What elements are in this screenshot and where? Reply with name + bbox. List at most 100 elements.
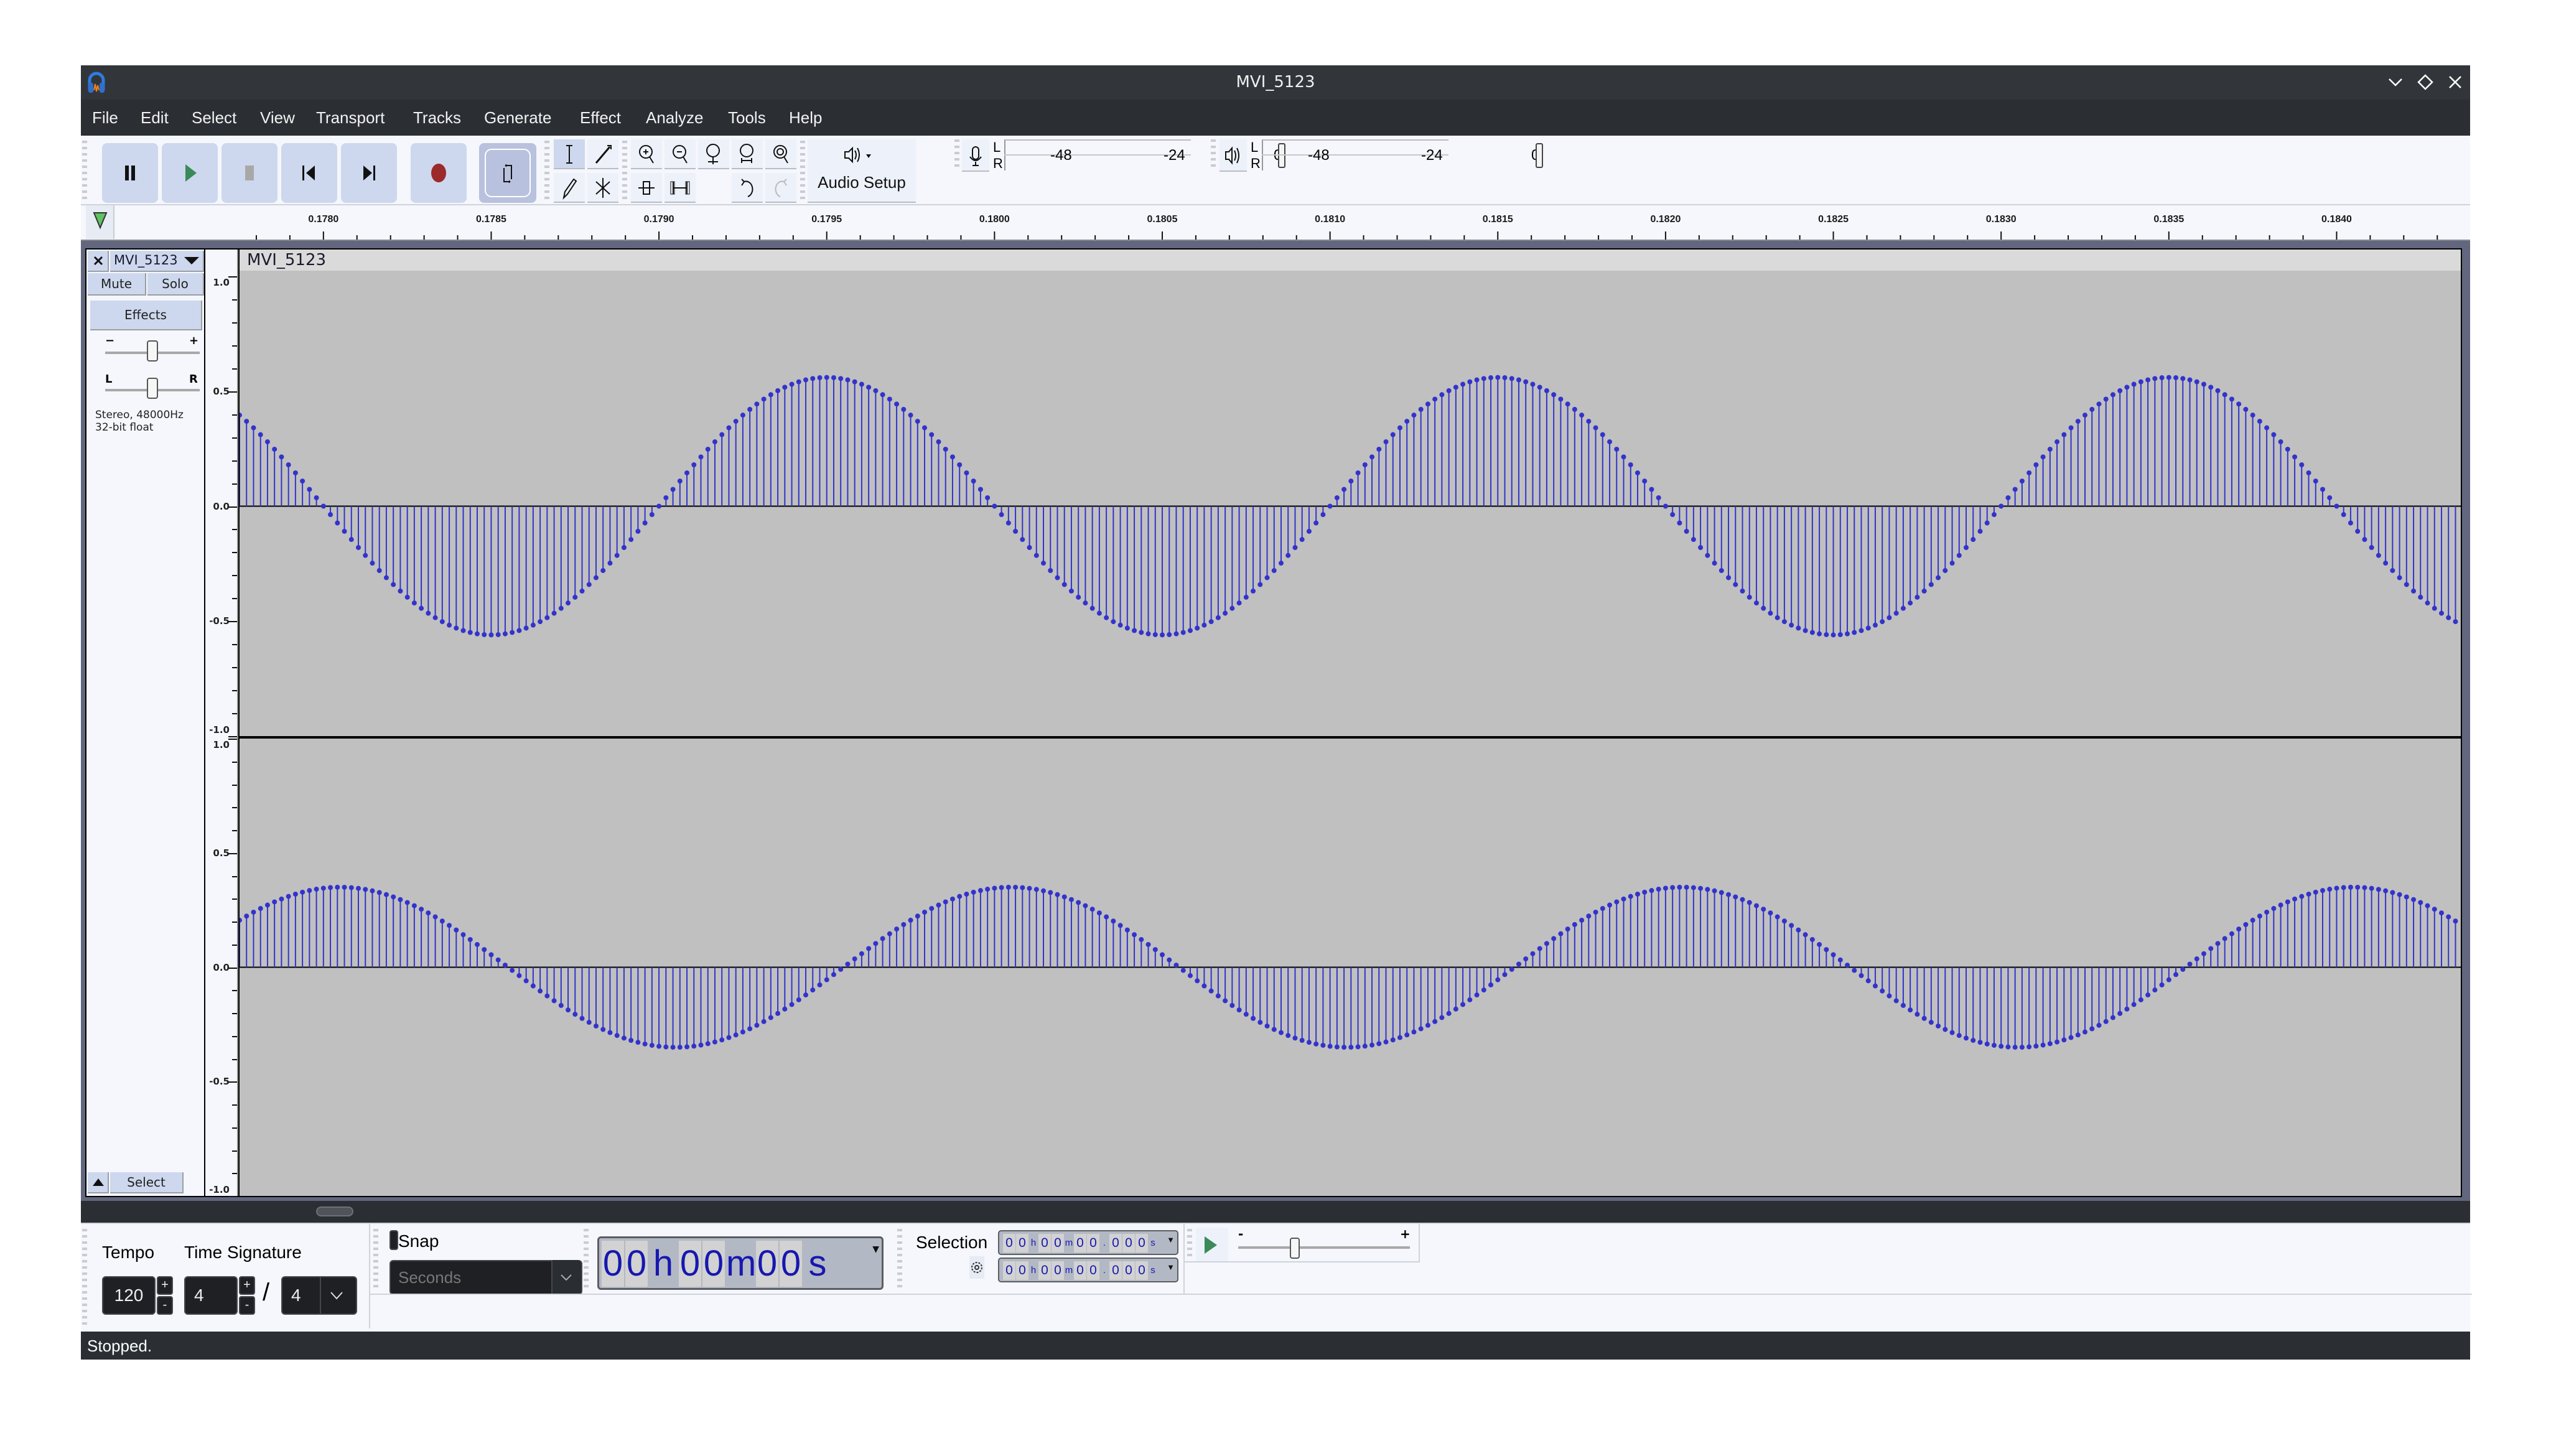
menu-tools[interactable]: Tools	[728, 108, 766, 128]
selection-format-dropdown-icon[interactable]: ▼	[1167, 1262, 1175, 1272]
record-meter[interactable]: L R -48 -24 0	[991, 139, 1285, 172]
menu-select[interactable]: Select	[192, 108, 236, 128]
sample-point	[1775, 914, 1780, 920]
pause-button[interactable]	[102, 143, 158, 203]
numerator-decrement[interactable]: -	[239, 1296, 255, 1315]
trim-audio-button[interactable]	[631, 173, 662, 203]
menu-tracks[interactable]: Tracks	[413, 108, 461, 128]
time-sig-numerator[interactable]: 4	[184, 1276, 238, 1315]
sample-point	[803, 992, 809, 998]
timeline-ruler[interactable]: 0.1780 0.1785 0.1790 0.1795 0.1800 0.1805 0.18…	[81, 205, 2470, 241]
snap-checkbox[interactable]	[389, 1230, 398, 1250]
horizontal-scrollbar[interactable]	[81, 1201, 2470, 1223]
sample-point	[705, 1041, 711, 1047]
menu-edit[interactable]: Edit	[141, 108, 169, 128]
playback-meter-button[interactable]	[1220, 139, 1247, 172]
scrollbar-thumb[interactable]	[316, 1206, 353, 1216]
menu-transport[interactable]: Transport	[316, 108, 385, 128]
time-display[interactable]: 0 0 h 0 0 m 0 0 s ▼	[597, 1236, 884, 1290]
waveform-area[interactable]: MVI_5123	[240, 250, 2461, 1196]
sample-point	[1251, 588, 1256, 594]
menu-effect[interactable]: Effect	[580, 108, 621, 128]
silence-audio-button[interactable]	[665, 173, 696, 203]
play-speed-thumb[interactable]	[1290, 1238, 1300, 1259]
draw-tool-button[interactable]	[554, 173, 585, 203]
close-button[interactable]	[2443, 72, 2468, 94]
audio-setup-grip[interactable]	[800, 141, 805, 200]
effects-button[interactable]: Effects	[90, 301, 202, 330]
pan-slider-thumb[interactable]	[147, 378, 158, 399]
sample-point	[1104, 615, 1109, 620]
solo-button[interactable]: Solo	[147, 273, 204, 296]
play-button[interactable]	[162, 143, 218, 203]
numerator-increment[interactable]: +	[239, 1276, 255, 1295]
menu-file[interactable]: File	[92, 108, 118, 128]
play-speed-grip[interactable]	[1187, 1229, 1192, 1260]
edit-grip[interactable]	[622, 141, 627, 200]
amplitude-tick	[232, 345, 237, 347]
loop-button[interactable]	[479, 143, 536, 203]
sample-point	[1404, 419, 1410, 424]
record-button[interactable]	[411, 143, 467, 203]
menu-help[interactable]: Help	[789, 108, 822, 128]
envelope-tool-button[interactable]	[587, 139, 618, 169]
maximize-button[interactable]	[2413, 72, 2438, 94]
sample-point	[1670, 512, 1676, 518]
tools-grip[interactable]	[544, 141, 549, 200]
toolbar-grip[interactable]	[82, 141, 87, 200]
sample-point	[467, 936, 473, 942]
record-meter-button[interactable]	[962, 139, 989, 172]
close-track-button[interactable]	[88, 251, 109, 272]
menu-analyze[interactable]: Analyze	[646, 108, 704, 128]
amplitude-tick	[232, 598, 237, 600]
selection-tool-button[interactable]	[554, 139, 585, 169]
zoom-out-button[interactable]	[665, 139, 696, 169]
mute-button[interactable]: Mute	[88, 273, 146, 296]
playback-meter[interactable]: L R -48 -24 0	[1248, 139, 1543, 172]
menu-view[interactable]: View	[260, 108, 295, 128]
time-grip[interactable]	[584, 1229, 589, 1291]
play-at-speed-button[interactable]	[1196, 1228, 1228, 1262]
tempo-decrement[interactable]: -	[157, 1296, 173, 1315]
stop-button[interactable]	[222, 143, 277, 203]
collapse-track-button[interactable]	[88, 1172, 109, 1193]
sample-point	[240, 413, 242, 418]
menu-generate[interactable]: Generate	[484, 108, 551, 128]
sample-point	[244, 419, 250, 424]
multi-tool-button[interactable]	[587, 173, 618, 203]
fit-selection-button[interactable]	[698, 139, 729, 169]
sample-point	[1439, 392, 1445, 398]
snap-grip[interactable]	[373, 1229, 378, 1291]
fit-project-button[interactable]	[732, 139, 763, 169]
selection-settings-button[interactable]	[969, 1256, 984, 1279]
play-speed-track[interactable]	[1238, 1246, 1410, 1249]
playback-level-slider[interactable]	[1536, 143, 1543, 168]
zoom-in-button[interactable]	[631, 139, 662, 169]
gain-slider-thumb[interactable]	[147, 340, 158, 362]
undo-button[interactable]	[732, 173, 763, 203]
selection-format-dropdown-icon[interactable]: ▼	[1167, 1235, 1175, 1244]
time-sig-denominator[interactable]: 4	[281, 1276, 357, 1315]
selection-digit: 0	[1038, 1261, 1051, 1280]
time-format-dropdown-icon[interactable]: ▼	[872, 1244, 879, 1254]
sample-point	[1684, 884, 1689, 890]
redo-button[interactable]	[765, 173, 796, 203]
audio-setup-button[interactable]: Audio Setup	[808, 139, 916, 203]
rec-meter-grip[interactable]	[954, 139, 959, 169]
minimize-button[interactable]	[2383, 72, 2408, 94]
tempo-increment[interactable]: +	[157, 1276, 173, 1295]
selection-start-field[interactable]: 0 0 h 0 0 m 0 0. 0 0 0 s ▼	[998, 1230, 1178, 1255]
selection-end-field[interactable]: 0 0 h 0 0 m 0 0. 0 0 0 s ▼	[998, 1258, 1178, 1282]
snap-unit-select[interactable]: Seconds	[389, 1260, 582, 1295]
selection-grip[interactable]	[897, 1229, 902, 1291]
tempo-input[interactable]: 120	[102, 1276, 156, 1315]
track-name-menu[interactable]: MVI_5123	[110, 251, 204, 272]
play-meter-grip[interactable]	[1211, 139, 1216, 169]
sample-point	[2005, 1044, 2011, 1050]
skip-to-end-button[interactable]	[341, 143, 397, 203]
time-sig-grip[interactable]	[82, 1229, 87, 1328]
select-track-button[interactable]: Select	[110, 1172, 184, 1193]
sample-point	[2397, 892, 2402, 897]
zoom-toggle-button[interactable]	[765, 139, 796, 169]
skip-to-start-button[interactable]	[281, 143, 337, 203]
